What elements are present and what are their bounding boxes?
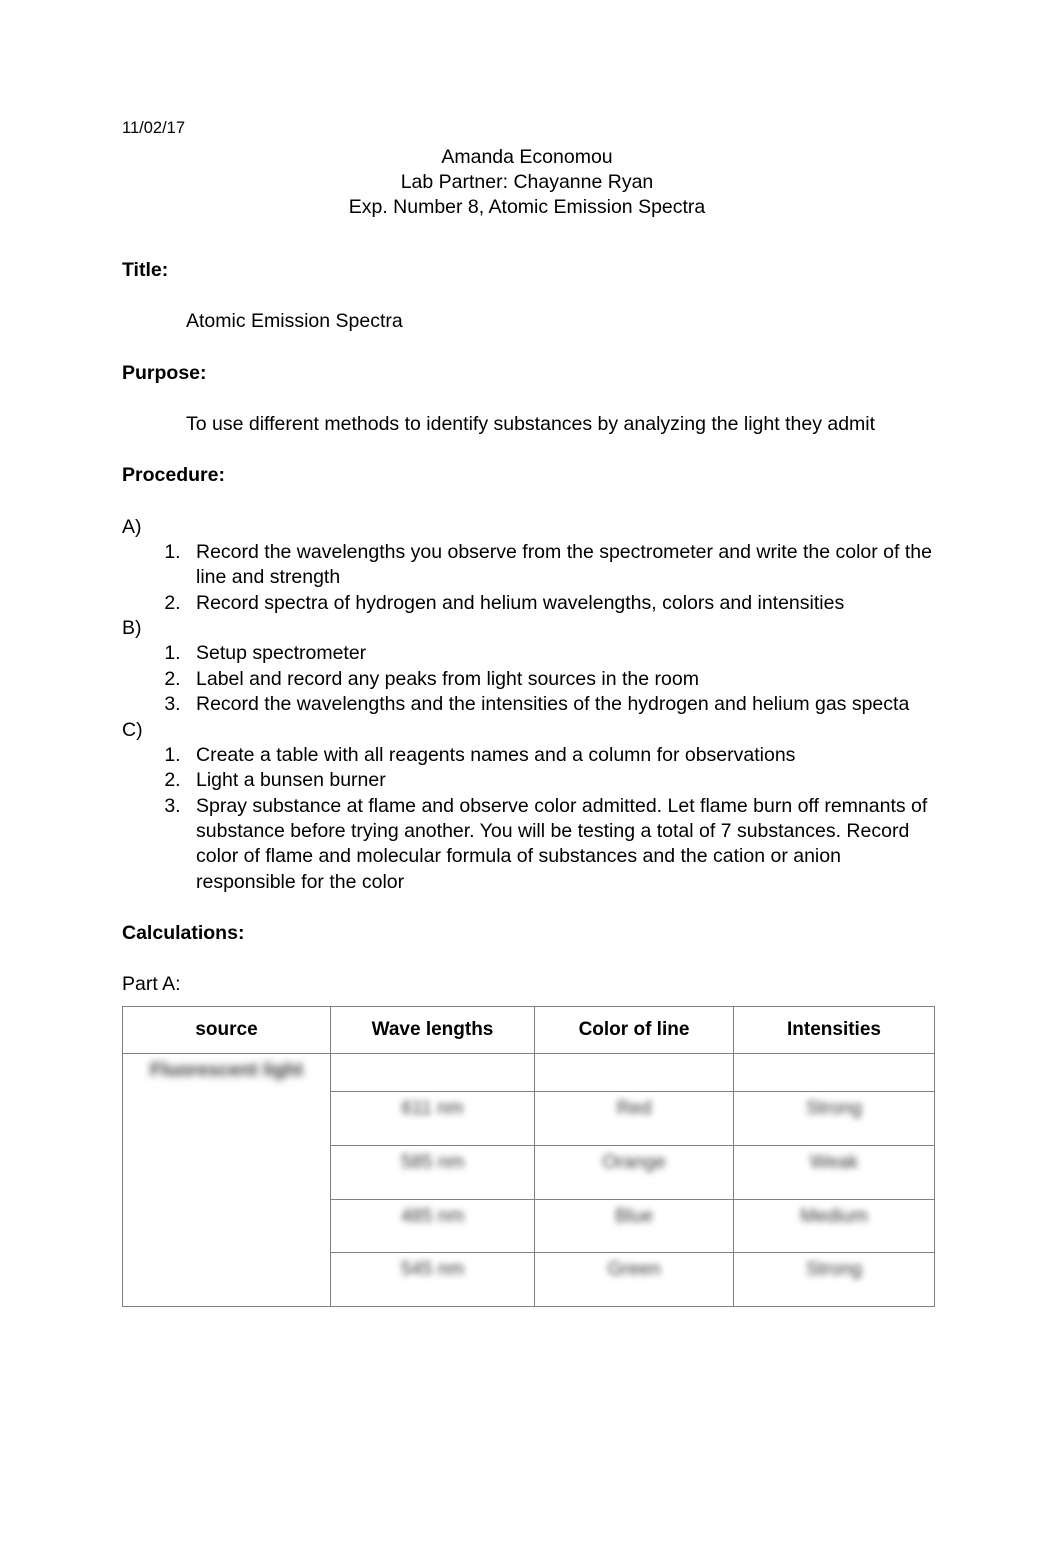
redacted-source-text: Fluorescent light	[149, 1059, 304, 1081]
redacted-wavelength-2: 585 nm	[400, 1151, 465, 1173]
document-date: 11/02/17	[122, 119, 186, 137]
list-item: Record the wavelengths and the intensiti…	[186, 692, 932, 717]
redacted-color-2: Orange	[602, 1151, 666, 1173]
document-page: 11/02/17 Amanda Economou Lab Partner: Ch…	[0, 0, 1062, 1556]
column-header-wavelengths: Wave lengths	[330, 1005, 535, 1054]
procedure-step-b2: Label and record any peaks from light so…	[196, 667, 699, 690]
cell-color: Red	[534, 1091, 734, 1146]
part-a-table: source Wave lengths Color of line Intens…	[122, 1005, 935, 1307]
redacted-intensity-1: Strong	[806, 1098, 862, 1120]
list-item: Record spectra of hydrogen and helium wa…	[186, 591, 932, 616]
cell-intensity: Strong	[733, 1252, 935, 1307]
heading-title: Title:	[122, 259, 169, 282]
redacted-color-1: Red	[616, 1098, 652, 1120]
procedure-step-b1: Setup spectrometer	[196, 642, 367, 665]
procedure-step-a2: Record spectra of hydrogen and helium wa…	[196, 591, 845, 614]
list-item: Record the wavelengths you observe from …	[186, 540, 932, 591]
redacted-wavelength-4: 545 nm	[400, 1259, 465, 1281]
cell-intensity: Strong	[733, 1091, 935, 1146]
list-item: Light a bunsen burner	[186, 768, 932, 793]
cell-intensity: Weak	[733, 1144, 935, 1200]
heading-procedure: Procedure:	[122, 464, 225, 487]
column-header-color-of-line: Color of line	[534, 1005, 734, 1054]
heading-purpose: Purpose:	[122, 361, 207, 384]
procedure-step-a1: Record the wavelengths you observe from …	[196, 541, 932, 589]
list-item: Create a table with all reagents names a…	[186, 743, 932, 768]
cell-wavelength: 585 nm	[330, 1144, 535, 1200]
procedure-list-c: Create a table with all reagents names a…	[122, 743, 932, 895]
document-header-block: Amanda Economou Lab Partner: Chayanne Ry…	[122, 145, 932, 220]
column-header-intensities: Intensities	[733, 1005, 935, 1054]
table-header-row: source Wave lengths Color of line Intens…	[122, 1005, 935, 1054]
list-item: Label and record any peaks from light so…	[186, 667, 932, 692]
redacted-wavelength-3: 485 nm	[400, 1205, 465, 1227]
list-item: Setup spectrometer	[186, 641, 932, 666]
procedure-group-letter-c: C)	[122, 718, 143, 741]
redacted-intensity-4: Strong	[806, 1259, 862, 1281]
redacted-intensity-3: Medium	[800, 1205, 868, 1227]
cell-color: Green	[534, 1252, 734, 1307]
procedure-step-c3: Spray substance at flame and observe col…	[196, 794, 928, 893]
header-author: Amanda Economou	[441, 145, 613, 168]
procedure-group-letter-a: A)	[122, 515, 142, 538]
document-body: 11/02/17 Amanda Economou Lab Partner: Ch…	[122, 118, 935, 1307]
procedure-step-c1: Create a table with all reagents names a…	[196, 743, 796, 766]
part-a-table-wrapper: source Wave lengths Color of line Intens…	[122, 1005, 935, 1307]
cell-wavelength: 485 nm	[330, 1198, 535, 1254]
cell-color: Blue	[534, 1198, 734, 1254]
procedure-step-c2: Light a bunsen burner	[196, 769, 386, 792]
procedure-list-a: Record the wavelengths you observe from …	[122, 540, 932, 616]
redacted-color-4: Green	[607, 1259, 661, 1281]
cell-color-blank	[534, 1052, 734, 1093]
table-row: Fluorescent light	[122, 1052, 935, 1307]
part-a-label: Part A:	[122, 973, 181, 996]
heading-calculations: Calculations:	[122, 921, 245, 944]
procedure-list-b: Setup spectrometer Label and record any …	[122, 641, 932, 717]
cell-intensity: Medium	[733, 1198, 935, 1254]
cell-intensity-blank	[733, 1052, 935, 1093]
list-item: Spray substance at flame and observe col…	[186, 794, 932, 895]
procedure-group-letter-b: B)	[122, 617, 142, 640]
purpose-body-text: To use different methods to identify sub…	[186, 413, 876, 436]
cell-wavelength-blank	[330, 1052, 535, 1093]
redacted-intensity-2: Weak	[809, 1151, 859, 1173]
cell-wavelength: 611 nm	[330, 1091, 535, 1146]
header-lab-partner: Lab Partner: Chayanne Ryan	[400, 170, 654, 193]
header-experiment: Exp. Number 8, Atomic Emission Spectra	[348, 195, 706, 218]
column-header-source: source	[122, 1005, 331, 1054]
cell-wavelength: 545 nm	[330, 1252, 535, 1307]
procedure-step-b3: Record the wavelengths and the intensiti…	[196, 693, 910, 716]
cell-source-value: Fluorescent light	[122, 1052, 331, 1307]
redacted-color-3: Blue	[614, 1205, 654, 1227]
redacted-wavelength-1: 611 nm	[401, 1098, 464, 1120]
title-body-text: Atomic Emission Spectra	[186, 310, 403, 333]
cell-color: Orange	[534, 1144, 734, 1200]
